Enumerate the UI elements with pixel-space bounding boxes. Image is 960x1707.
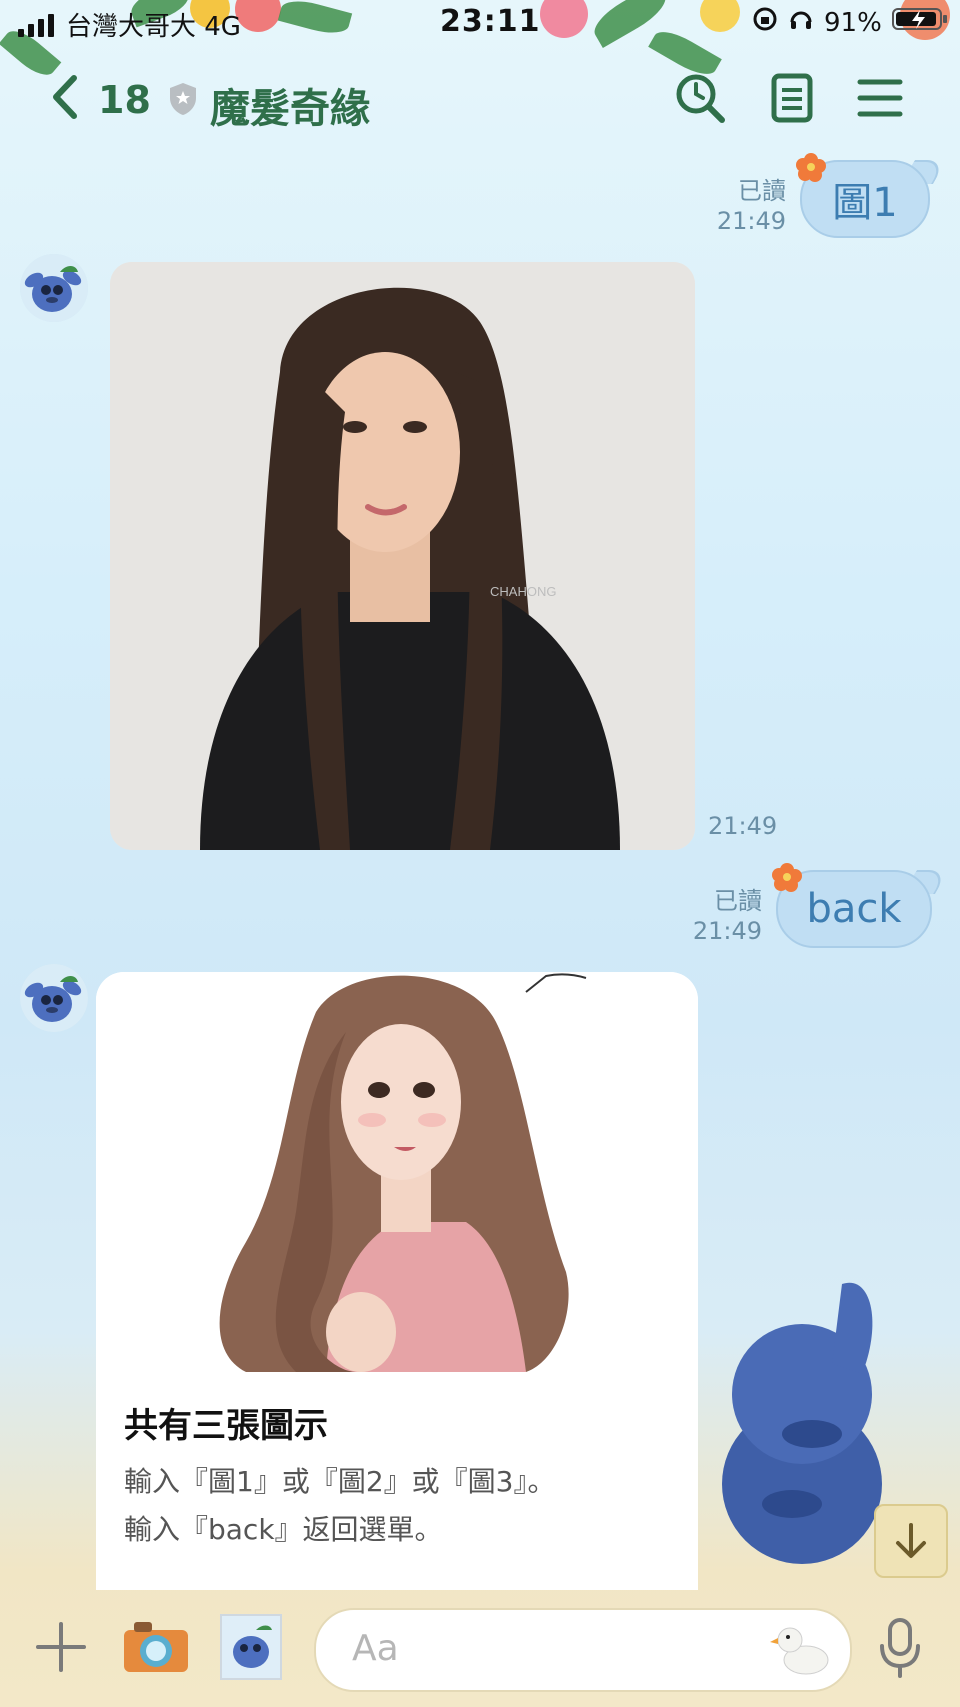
flower-decoration xyxy=(700,0,740,32)
flex-card-message[interactable]: 共有三張圖示 輸入『圖1』或『圖2』或『圖3』。 輸入『back』返回選單。 xyxy=(96,972,698,1590)
message-input[interactable]: Aa xyxy=(314,1608,852,1692)
input-placeholder: Aa xyxy=(352,1628,399,1669)
rotation-lock-icon xyxy=(752,6,778,39)
hibiscus-icon xyxy=(796,152,826,182)
message-meta: 已讀 21:49 xyxy=(680,176,786,236)
flower-decoration xyxy=(235,0,281,32)
carrier-label: 台灣大哥大 4G xyxy=(66,12,241,42)
battery-percent: 91% xyxy=(824,7,882,38)
read-receipt: 已讀 xyxy=(714,887,762,915)
chat-header: 18 魔髮奇緣 xyxy=(0,52,960,148)
outgoing-message[interactable]: back xyxy=(772,863,949,948)
chevron-left-icon xyxy=(53,75,77,119)
sticker-icon[interactable] xyxy=(220,1614,282,1680)
photo-watermark: CHAHONG xyxy=(490,584,556,599)
clock: 23:11 xyxy=(440,4,541,39)
unread-count[interactable]: 18 xyxy=(98,78,151,122)
read-receipt: 已讀 xyxy=(738,177,786,205)
notes-icon[interactable] xyxy=(764,70,820,126)
chat-title: 魔髮奇緣 xyxy=(210,86,370,132)
battery-icon xyxy=(891,6,948,39)
search-icon[interactable] xyxy=(672,70,728,126)
scroll-down-button[interactable] xyxy=(874,1504,948,1578)
message-time: 21:49 xyxy=(716,207,786,235)
outgoing-message[interactable]: 圖1 xyxy=(796,153,947,238)
back-button[interactable] xyxy=(50,74,80,131)
menu-icon[interactable] xyxy=(852,70,908,126)
illustration-image xyxy=(96,972,698,1372)
status-right: 91% xyxy=(752,6,948,39)
avatar[interactable] xyxy=(20,254,88,322)
shield-icon xyxy=(168,82,198,116)
message-meta: 已讀 21:49 xyxy=(656,886,762,946)
microphone-icon[interactable] xyxy=(876,1616,924,1684)
portrait-photo: CHAHONG xyxy=(110,262,695,850)
card-title: 共有三張圖示 xyxy=(124,1406,328,1446)
avatar[interactable] xyxy=(20,964,88,1032)
photo-message[interactable]: CHAHONG xyxy=(110,262,695,850)
stitch-background-illustration xyxy=(692,1264,892,1564)
message-time: 21:49 xyxy=(708,812,778,840)
hibiscus-icon xyxy=(772,862,802,892)
message-time: 21:49 xyxy=(692,917,762,945)
flower-decoration xyxy=(540,0,588,38)
headphones-icon xyxy=(788,6,814,39)
card-body: 輸入『圖1』或『圖2』或『圖3』。 輸入『back』返回選單。 xyxy=(124,1465,556,1546)
arrow-down-icon xyxy=(896,1523,926,1558)
plus-icon[interactable] xyxy=(34,1620,88,1678)
signal-icon xyxy=(18,14,54,37)
input-bar: Aa xyxy=(0,1590,960,1707)
status-bar: 台灣大哥大 4G 23:11 91% xyxy=(0,0,960,83)
leaf-decoration xyxy=(277,0,353,39)
duck-emoji-icon[interactable] xyxy=(768,1616,834,1686)
camera-icon[interactable] xyxy=(122,1618,190,1680)
